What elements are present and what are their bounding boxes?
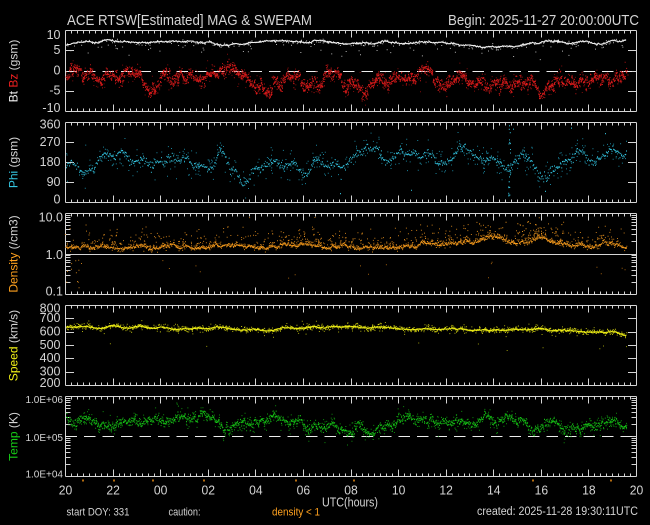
svg-text:density < 1: density < 1 (272, 507, 320, 519)
svg-text:16: 16 (535, 483, 549, 498)
svg-text:Density (/cm3): Density (/cm3) (7, 215, 21, 292)
svg-text:04: 04 (249, 483, 263, 498)
svg-text:Bt Bz (gsm): Bt Bz (gsm) (7, 40, 21, 103)
svg-text:20: 20 (630, 483, 644, 498)
svg-text:90: 90 (47, 175, 61, 189)
svg-text:UTC(hours): UTC(hours) (322, 496, 378, 510)
svg-text:600: 600 (40, 325, 61, 339)
svg-text:270: 270 (40, 135, 61, 149)
svg-text:1.0E+04: 1.0E+04 (25, 469, 63, 480)
svg-text:12: 12 (439, 483, 453, 498)
svg-text:10: 10 (392, 483, 406, 498)
svg-text:caution:: caution: (169, 507, 201, 519)
svg-text:Temp (K): Temp (K) (7, 412, 21, 461)
svg-text:-5: -5 (49, 84, 60, 98)
svg-text:400: 400 (40, 351, 61, 365)
svg-text:5: 5 (54, 43, 61, 57)
svg-text:180: 180 (40, 155, 61, 169)
svg-text:20: 20 (59, 483, 73, 498)
svg-text:14: 14 (487, 483, 501, 498)
svg-text:22: 22 (106, 483, 120, 498)
svg-text:1.0E+05: 1.0E+05 (25, 433, 63, 444)
svg-text:10: 10 (47, 28, 61, 42)
svg-text:18: 18 (582, 483, 596, 498)
svg-text:02: 02 (202, 483, 216, 498)
svg-text:1.0: 1.0 (46, 248, 63, 262)
svg-text:Begin: 2025-11-27 20:00:00UTC: Begin: 2025-11-27 20:00:00UTC (448, 13, 639, 29)
svg-text:-10: -10 (42, 101, 60, 115)
svg-text:1.0E+06: 1.0E+06 (25, 395, 63, 406)
svg-text:10.0: 10.0 (39, 210, 63, 224)
svg-text:ACE RTSW[Estimated] MAG & SWEP: ACE RTSW[Estimated] MAG & SWEPAM (67, 13, 312, 29)
svg-text:Phi (gsm): Phi (gsm) (7, 137, 21, 188)
svg-text:500: 500 (40, 338, 61, 352)
svg-text:06: 06 (297, 483, 311, 498)
svg-text:start DOY: 331: start DOY: 331 (67, 507, 130, 519)
svg-text:0.1: 0.1 (46, 284, 63, 298)
svg-text:0: 0 (54, 193, 61, 207)
svg-text:Speed (km/s): Speed (km/s) (7, 310, 21, 381)
svg-text:0: 0 (54, 63, 61, 77)
svg-text:00: 00 (154, 483, 168, 498)
svg-text:created: 2025-11-28 19:30:11UT: created: 2025-11-28 19:30:11UTC (477, 506, 638, 518)
svg-text:360: 360 (40, 117, 61, 131)
svg-text:200: 200 (40, 376, 61, 390)
svg-text:700: 700 (40, 311, 61, 325)
